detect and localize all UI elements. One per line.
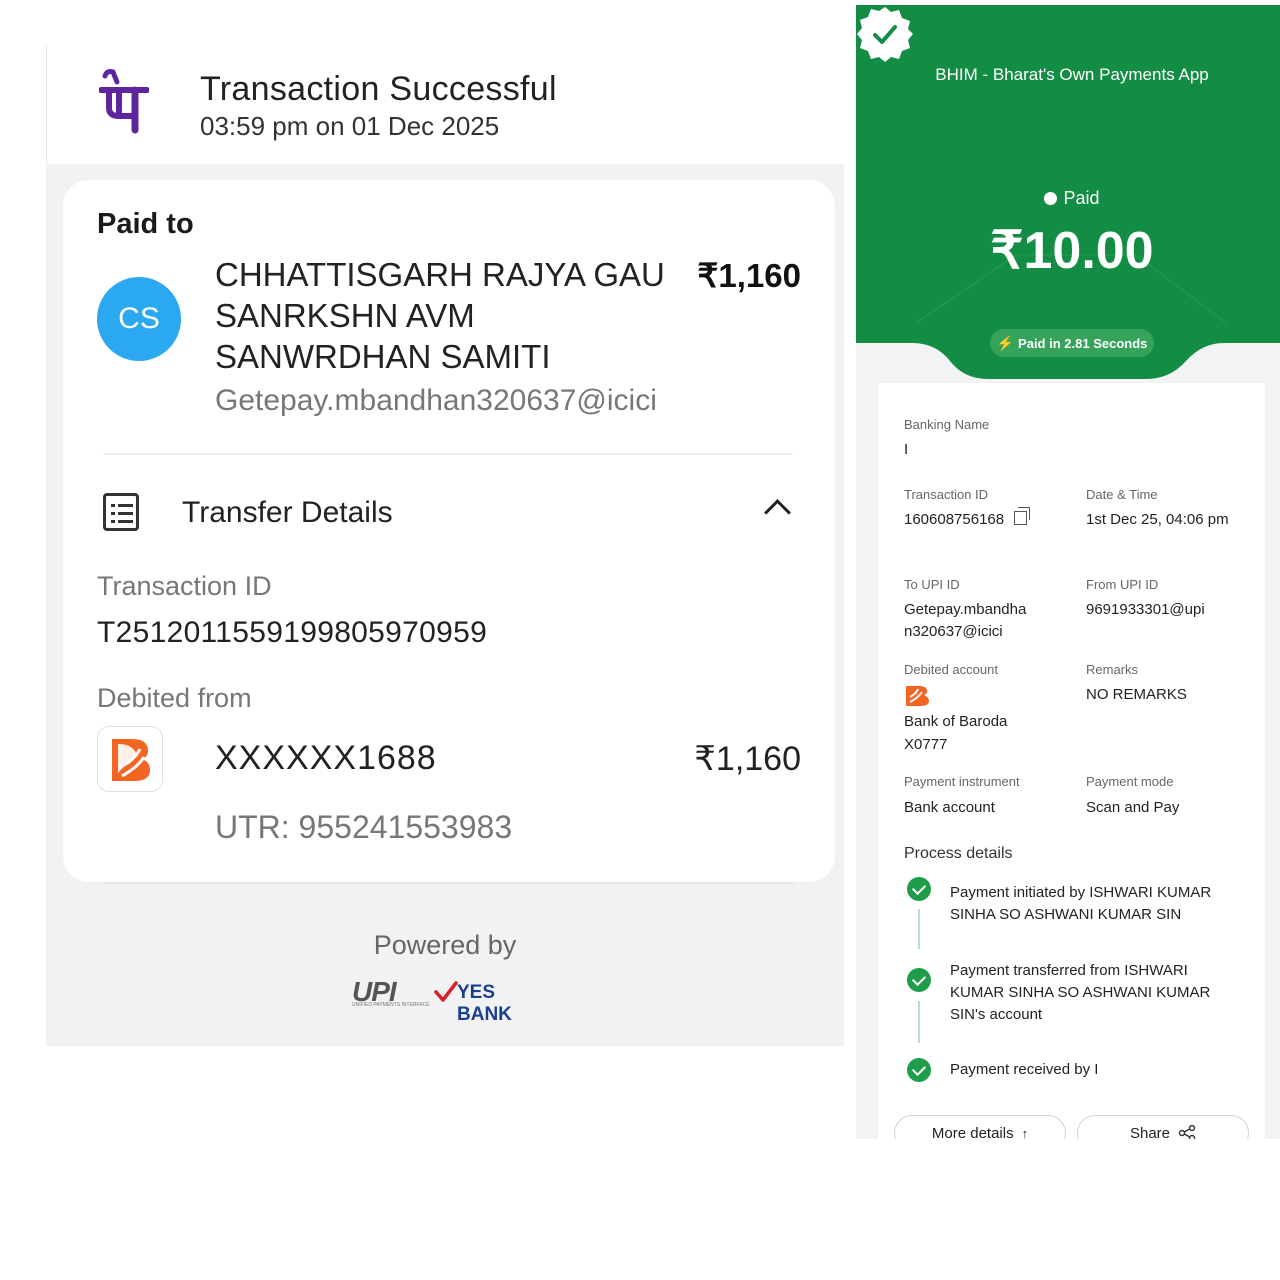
payment-partner-logos: UPI UNIFIED PAYMENTS INTERFACE YES BANK	[352, 976, 552, 1025]
more-details-button[interactable]: More details ↑	[894, 1115, 1066, 1139]
bank-name: Bank of Baroda	[904, 713, 1008, 730]
timeline-connector	[918, 1001, 920, 1043]
transaction-id-label: Transaction ID	[904, 487, 989, 502]
transaction-details: Banking Name I Transaction ID 1606087561…	[878, 383, 1265, 1139]
powered-by-label: Powered by	[373, 930, 517, 960]
transfer-details-toggle[interactable]: Transfer Details	[182, 496, 393, 530]
payment-speed-text: Paid in 2.81 Seconds	[1018, 335, 1148, 351]
yes-bank-check-icon	[434, 981, 458, 1002]
arrow-up-icon: ↑	[1021, 1125, 1029, 1140]
bank-of-baroda-logo	[97, 726, 163, 792]
process-step: Payment received by I	[950, 1061, 1099, 1078]
banking-name-value: I	[904, 441, 909, 458]
to-upi-value: Getepay.mbandhan320637@icici	[904, 601, 1027, 640]
share-icon	[1178, 1125, 1196, 1139]
phonepe-logo	[99, 69, 149, 134]
share-button[interactable]: Share	[1077, 1115, 1249, 1139]
datetime-label: Date & Time	[1086, 487, 1158, 502]
check-circle-icon	[907, 968, 931, 992]
check-circle-icon	[907, 1058, 931, 1082]
phonepe-receipt: Transaction Successful 03:59 pm on 01 De…	[46, 46, 845, 1046]
payment-speed-badge: ⚡ Paid in 2.81 Seconds	[990, 329, 1154, 357]
copy-icon[interactable]	[1014, 507, 1031, 525]
payee-upi-id: Getepay.mbandhan320637@icici	[215, 384, 657, 417]
debited-account-number: XXXXXX1688	[215, 739, 437, 777]
transaction-id-value: 160608756168	[904, 511, 1005, 528]
timeline-connector	[918, 909, 920, 949]
transaction-status-title: Transaction Successful	[200, 70, 557, 108]
debited-from-label: Debited from	[97, 683, 252, 713]
payment-details-card: Paid to CS CHHATTISGARH RAJYA GAU SANRKS…	[63, 180, 835, 882]
paid-to-label: Paid to	[97, 208, 194, 240]
transaction-id-value: T2512011559199805970959	[97, 616, 488, 649]
divider	[104, 882, 794, 884]
bank-account: X0777	[904, 736, 948, 753]
chevron-up-icon[interactable]	[764, 499, 791, 526]
process-details-label: Process details	[904, 845, 1013, 862]
more-details-label: More details	[931, 1124, 1014, 1140]
payee-avatar: CS	[97, 277, 181, 361]
remarks-value: NO REMARKS	[1086, 686, 1187, 703]
bhim-header: BHIM - Bharat's Own Payments App Paid ₹1…	[856, 5, 1280, 385]
debited-amount: ₹1,160	[694, 740, 801, 778]
utr-number: UTR: 955241553983	[215, 809, 513, 845]
paid-amount: ₹10.00	[990, 222, 1154, 280]
bolt-icon: ⚡	[996, 334, 1015, 351]
divider	[103, 453, 793, 455]
verified-badge-icon	[857, 7, 913, 62]
payment-status: Paid	[856, 188, 1280, 209]
from-upi-value: 9691933301@upi	[1086, 601, 1205, 618]
bhim-receipt: BHIM - Bharat's Own Payments App Paid ₹1…	[856, 5, 1280, 1139]
info-circle-icon	[1044, 192, 1058, 205]
transaction-id-label: Transaction ID	[97, 571, 272, 601]
payment-instrument-label: Payment instrument	[904, 774, 1020, 789]
datetime-value: 1st Dec 25, 04:06 pm	[1086, 511, 1229, 528]
transfer-details-icon	[103, 493, 139, 531]
bank-of-baroda-logo	[906, 686, 929, 706]
paid-amount: ₹1,160	[697, 257, 801, 294]
banking-name-label: Banking Name	[904, 417, 990, 432]
process-step: Payment initiated by ISHWARI KUMAR SINHA…	[950, 884, 1212, 923]
from-upi-label: From UPI ID	[1086, 577, 1159, 592]
share-label: Share	[1129, 1124, 1171, 1140]
receipt-header: Transaction Successful 03:59 pm on 01 De…	[46, 46, 845, 164]
transaction-id-row: 160608756168	[904, 507, 1031, 531]
yes-bank-logo: YES BANK	[457, 982, 512, 1025]
transaction-timestamp: 03:59 pm on 01 Dec 2025	[200, 111, 500, 141]
payment-mode-label: Payment mode	[1086, 774, 1174, 789]
payee-name: CHHATTISGARH RAJYA GAU SANRKSHN AVM SANW…	[215, 256, 665, 375]
upi-logo-subtext: UNIFIED PAYMENTS INTERFACE	[352, 1002, 430, 1008]
process-step: Payment transferred from ISHWARI KUMAR S…	[950, 962, 1211, 1023]
debited-account-label: Debited account	[904, 662, 998, 677]
remarks-label: Remarks	[1086, 662, 1139, 677]
payment-instrument-value: Bank account	[904, 799, 995, 816]
app-name: BHIM - Bharat's Own Payments App	[935, 65, 1209, 84]
check-circle-icon	[907, 877, 931, 901]
payment-mode-value: Scan and Pay	[1086, 799, 1180, 816]
payment-status-text: Paid	[1063, 188, 1100, 208]
to-upi-label: To UPI ID	[904, 577, 960, 592]
